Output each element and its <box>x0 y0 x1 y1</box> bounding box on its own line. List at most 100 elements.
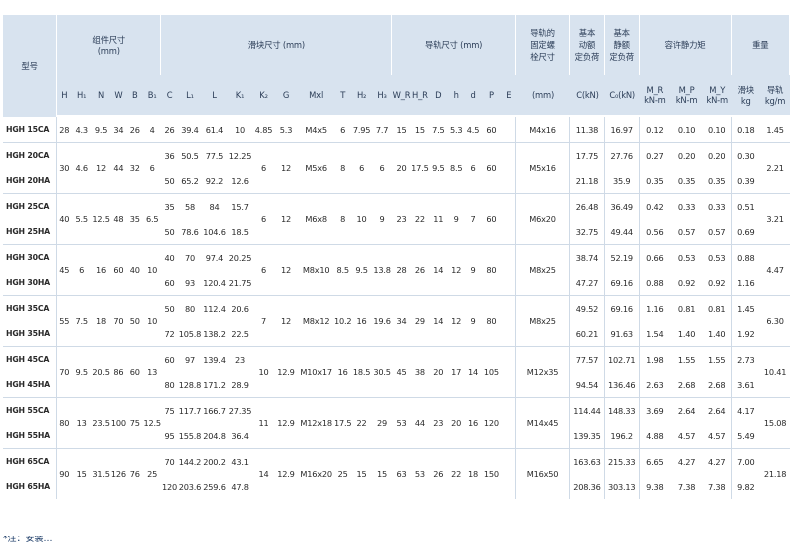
subheader-cell: N <box>91 75 111 117</box>
cell-c0_kn: 52.19 <box>604 244 640 270</box>
cell-c_kn: 47.27 <box>570 270 605 295</box>
cell-c_kn: 163.63 <box>570 448 605 474</box>
cell-l: 120.4 <box>203 277 226 288</box>
cell-c: 50 <box>161 295 178 321</box>
cell-mxl: M4x5 <box>305 124 327 135</box>
cell-my: 4.57 <box>703 423 732 448</box>
header-rail-bolt: 导轨的 固定螺 栓尺寸 <box>515 15 571 75</box>
cell-l: 259.6 <box>203 481 226 492</box>
cell-d: 20 <box>429 346 448 397</box>
cell-h: 8.5 <box>447 142 465 193</box>
cell-hr: 26 <box>410 244 430 295</box>
cell-h2: 7.95 <box>352 124 371 135</box>
cell-c0_kn: 215.33 <box>604 448 640 474</box>
cell-p: 60 <box>481 142 502 193</box>
cell-hr: 44 <box>410 397 430 448</box>
cell-my: 2.68 <box>703 372 732 397</box>
model-cell: HGH 20HA <box>3 168 58 193</box>
table-row: HGH 15CA 28 4.3 9.5 34 26 4 26 39.4 61.4 10 4.85 5.3… <box>3 117 790 142</box>
cell-p: 60 <box>481 193 502 244</box>
subheader-cell: 导轨 kg/m <box>760 75 790 117</box>
cell-l1: 97 <box>177 346 203 372</box>
cell-l1: 58 <box>177 193 203 219</box>
cell-h1: 15 <box>71 448 92 499</box>
cell-k2: 4.85 <box>254 124 273 135</box>
cell-k2: 6 <box>253 244 274 295</box>
cell-mr: 9.38 <box>646 481 664 492</box>
linear-guide-spec-table: 型号 组件尺寸 (mm) 滑块尺寸 (mm) 导轨尺寸 (mm) 导轨的 固定螺… <box>3 15 790 499</box>
model-cell: HGH 45CA <box>3 346 58 372</box>
cell-h3: 7.7 <box>375 124 389 135</box>
cell-k1: 23 <box>226 346 254 372</box>
cell-g: 12 <box>273 193 299 244</box>
cell-block_kg: 9.82 <box>737 481 755 492</box>
cell-block_kg: 2.73 <box>731 346 761 372</box>
cell-rail_kg: 15.08 <box>760 397 790 448</box>
cell-bolt: M8x25 <box>515 295 571 346</box>
cell-w: 70 <box>110 295 127 346</box>
cell-d: 11 <box>429 193 448 244</box>
subheader-cell: M_P kN-m <box>670 75 703 117</box>
cell-h: 5.3 <box>449 124 463 135</box>
cell-n: 12 <box>91 142 111 193</box>
cell-h: 55 <box>57 295 72 346</box>
subheader-cell: L₁ <box>177 75 203 117</box>
cell-h: 22 <box>447 448 465 499</box>
cell-rail_kg: 21.18 <box>760 448 790 499</box>
cell-block_kg: 4.17 <box>731 397 761 423</box>
cell-bolt: M4x16 <box>516 117 571 142</box>
cell-p: 120 <box>481 397 502 448</box>
cell-mp: 4.57 <box>677 430 696 441</box>
cell-c0_kn: 136.46 <box>605 372 640 397</box>
cell-mr: 3.69 <box>639 397 671 423</box>
cell-l: 204.8 <box>203 430 226 441</box>
cell-mp: 0.20 <box>670 142 703 168</box>
cell-wr: 15 <box>396 124 407 135</box>
cell-my: 1.55 <box>702 346 732 372</box>
cell-t: 8 <box>334 142 352 193</box>
cell-mr: 0.12 <box>646 124 664 135</box>
cell-c: 60 <box>164 277 175 288</box>
model-cell: HGH 55CA <box>3 397 58 423</box>
cell-h3: 19.6 <box>371 295 393 346</box>
subheader-cell: P <box>481 75 502 117</box>
cell-h1: 4.6 <box>71 142 92 193</box>
cell-mxl: M5x6 <box>298 142 334 193</box>
cell-t: 17.5 <box>334 397 352 448</box>
table-row: HGH 45CA 70 9.5 20.5 86 60 13 60 97 139.4 23 10 12.9… <box>3 346 790 397</box>
cell-c: 60 <box>161 346 178 372</box>
cell-mp: 0.35 <box>677 175 696 186</box>
cell-h: 17 <box>447 346 465 397</box>
cell-rail_kg: 4.47 <box>760 244 790 295</box>
cell-my: 2.64 <box>702 397 732 423</box>
cell-b1: 6 <box>142 142 162 193</box>
cell-wr: 23 <box>392 193 411 244</box>
cell-k1: 22.5 <box>231 328 249 339</box>
cell-c_kn: 60.21 <box>570 321 605 346</box>
cell-k1: 12.6 <box>231 175 249 186</box>
cell-l1: 39.4 <box>181 124 199 135</box>
cell-bolt: M16x50 <box>515 448 571 499</box>
cell-c: 95 <box>164 430 175 441</box>
cell-g: 12.9 <box>273 346 299 397</box>
model-cell: HGH 15CA <box>3 117 58 142</box>
cell-k1: 36.4 <box>231 430 249 441</box>
cell-p: 105 <box>481 346 502 397</box>
cell-p: 60 <box>486 124 497 135</box>
cell-n: 23.5 <box>91 397 111 448</box>
cell-my: 0.92 <box>703 270 732 295</box>
cell-d: 4.5 <box>466 124 480 135</box>
cell-t: 8 <box>334 193 352 244</box>
cell-wr: 34 <box>392 295 411 346</box>
cell-h: 40 <box>57 193 72 244</box>
cell-mxl: M8x12 <box>298 295 334 346</box>
cell-k1: 18.5 <box>231 226 249 237</box>
cell-k1: 28.9 <box>231 379 249 390</box>
cell-c0_kn: 148.33 <box>604 397 640 423</box>
cell-p: 80 <box>481 244 502 295</box>
model-cell: HGH 30CA <box>3 244 58 270</box>
cell-c_kn: 11.38 <box>570 117 605 142</box>
cell-l: 61.4 <box>205 124 224 135</box>
cell-mp: 1.55 <box>670 346 703 372</box>
cell-block_kg: 1.16 <box>737 277 755 288</box>
